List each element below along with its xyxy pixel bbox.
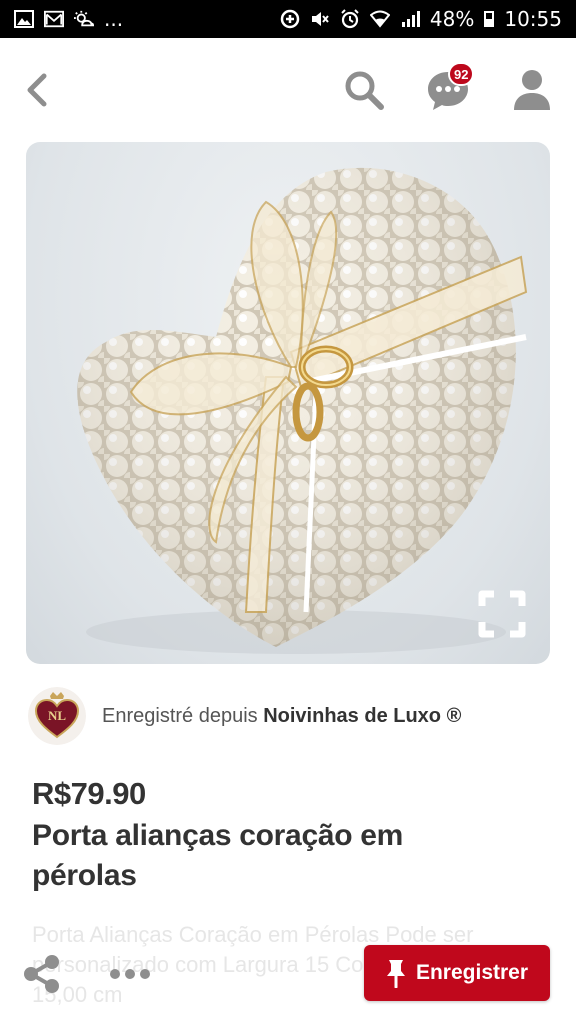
data-saver-icon — [280, 9, 300, 29]
pin-title: Porta alianças coração em pérolas — [32, 819, 404, 892]
gmail-icon — [44, 10, 64, 28]
source-name[interactable]: Noivinhas de Luxo ® — [263, 705, 461, 727]
signal-icon — [400, 10, 420, 28]
pin-image[interactable] — [26, 142, 550, 664]
gallery-icon — [14, 10, 34, 28]
wifi-icon — [369, 10, 390, 28]
share-button[interactable] — [22, 954, 62, 994]
source-prefix: Enregistré depuis — [102, 704, 258, 727]
weather-icon — [74, 10, 94, 28]
share-icon — [24, 955, 59, 993]
battery-icon — [484, 11, 495, 27]
pin-price: R$79.90 — [32, 776, 146, 811]
profile-button[interactable] — [508, 66, 556, 114]
search-icon — [345, 71, 384, 110]
avatar-monogram: NL — [48, 708, 66, 723]
source-label: Enregistré depuis Noivinhas de Luxo ® — [102, 705, 461, 728]
back-button[interactable] — [18, 68, 58, 112]
alarm-icon — [340, 9, 360, 29]
source-avatar[interactable]: NL — [28, 687, 86, 745]
pearl-heart-image — [77, 167, 528, 654]
battery-percent: 48% — [429, 7, 475, 31]
more-dots-icon — [110, 969, 150, 979]
notifications-more: ... — [104, 7, 124, 31]
save-button-label: Enregistrer — [415, 961, 529, 984]
pushpin-icon — [386, 960, 405, 988]
more-options-button[interactable] — [108, 962, 152, 986]
pin-source[interactable]: NL Enregistré depuis Noivinhas de Luxo ® — [28, 684, 558, 748]
expand-icon — [478, 590, 526, 638]
status-bar-left: ... — [14, 9, 123, 29]
save-pin-button[interactable]: Enregistrer — [364, 945, 550, 1001]
top-app-bar: 92 — [0, 38, 576, 140]
status-bar-right: 48% 10:55 — [280, 9, 562, 29]
person-icon — [514, 70, 550, 110]
status-bar: ... 48% 10:55 — [0, 0, 576, 38]
expand-image-button[interactable] — [478, 590, 526, 638]
chevron-left-icon — [27, 73, 47, 107]
messages-badge: 92 — [448, 62, 475, 86]
mute-icon — [310, 10, 330, 28]
clock: 10:55 — [504, 7, 562, 31]
search-button[interactable] — [340, 66, 388, 114]
